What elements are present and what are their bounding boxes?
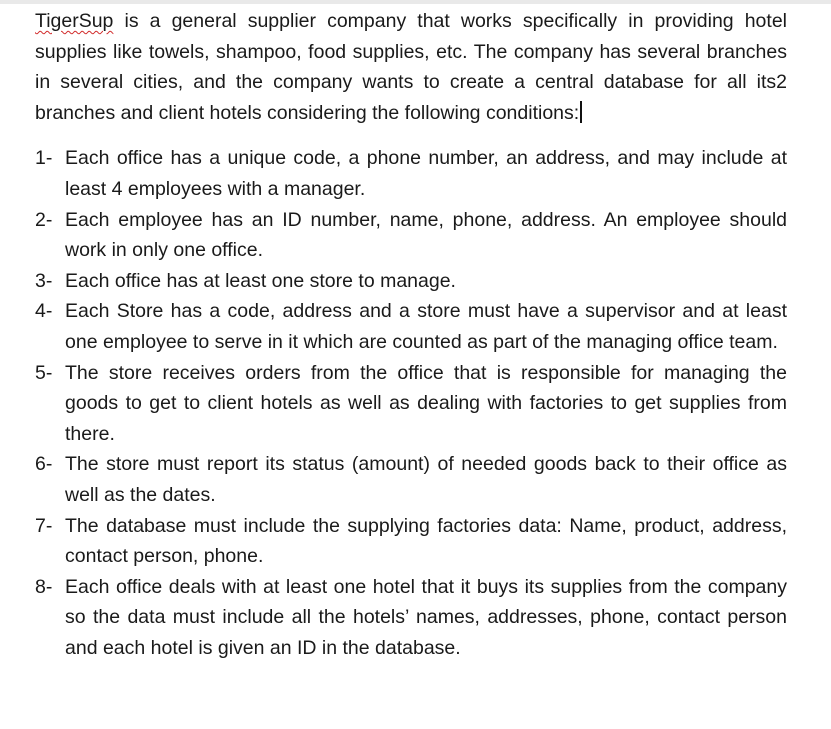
conditions-list: 1- Each office has a unique code, a phon… xyxy=(35,143,787,663)
list-item: 8- Each office deals with at least one h… xyxy=(35,572,787,664)
list-item-text: The store must report its status (amount… xyxy=(65,453,787,506)
document-body[interactable]: TigerSup is a general supplier company t… xyxy=(35,6,787,663)
list-item-number: 7- xyxy=(35,514,53,537)
list-item-number: 3- xyxy=(35,269,53,292)
list-item: 4- Each Store has a code, address and a … xyxy=(35,296,787,357)
list-item: 2- Each employee has an ID number, name,… xyxy=(35,205,787,266)
list-item-text: Each employee has an ID number, name, ph… xyxy=(65,208,787,262)
intro-paragraph: TigerSup is a general supplier company t… xyxy=(35,6,787,128)
list-item: 3- Each office has at least one store to… xyxy=(35,266,787,297)
list-item-number: 5- xyxy=(35,361,53,384)
list-item: 6- The store must report its status (amo… xyxy=(35,449,787,510)
list-item-text: Each office deals with at least one hote… xyxy=(65,575,787,659)
list-item-text: Each Store has a code, address and a sto… xyxy=(65,300,787,353)
list-item-number: 2- xyxy=(35,208,53,231)
list-item: 5- The store receives orders from the of… xyxy=(35,358,787,450)
list-item-number: 4- xyxy=(35,300,53,323)
list-item-text: Each office has a unique code, a phone n… xyxy=(65,147,787,200)
company-name-misspelled[interactable]: TigerSup xyxy=(35,10,113,32)
list-item: 7- The database must include the supplyi… xyxy=(35,511,787,572)
list-item-text: The database must include the supplying … xyxy=(65,514,787,568)
intro-text: is a general supplier company that works… xyxy=(35,10,787,124)
window-top-edge xyxy=(0,0,831,4)
list-item-text: The store receives orders from the offic… xyxy=(65,361,787,445)
list-item-number: 8- xyxy=(35,575,53,598)
list-item-number: 6- xyxy=(35,453,53,476)
list-item-number: 1- xyxy=(35,147,53,170)
list-item-text: Each office has at least one store to ma… xyxy=(65,269,456,292)
list-item: 1- Each office has a unique code, a phon… xyxy=(35,143,787,204)
text-cursor xyxy=(580,100,582,123)
document-page: { "intro": { "brand": "TigerSup", "rest"… xyxy=(0,0,831,729)
